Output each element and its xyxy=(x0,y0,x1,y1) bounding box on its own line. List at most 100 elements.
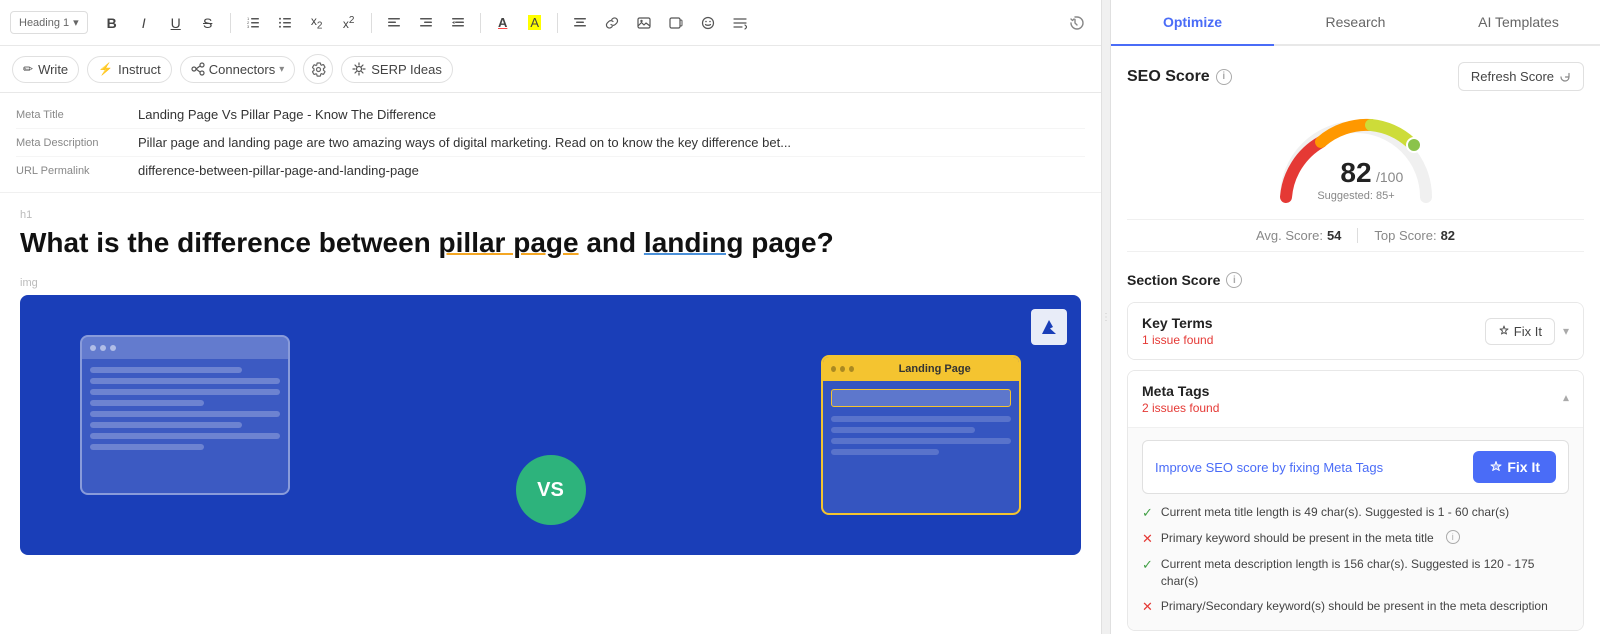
heading-select[interactable]: Heading 1 ▾ xyxy=(10,11,88,34)
meta-permalink-value[interactable]: difference-between-pillar-page-and-landi… xyxy=(138,163,1085,178)
text-color-button[interactable]: A xyxy=(489,9,517,37)
section-score-label: Section Score xyxy=(1127,272,1220,288)
check-item-0: ✓ Current meta title length is 49 char(s… xyxy=(1142,504,1569,522)
browser-bar-right: Landing Page xyxy=(823,357,1019,381)
fix-it-blue-icon xyxy=(1489,460,1503,474)
landing-page-text: Landing Page xyxy=(858,363,1011,375)
connectors-button[interactable]: Connectors ▾ xyxy=(180,56,296,83)
underline-button[interactable]: U xyxy=(162,9,190,37)
image-button[interactable] xyxy=(630,9,658,37)
instruct-icon: ⚡ xyxy=(98,62,113,76)
line-6 xyxy=(90,422,242,428)
connectors-icon xyxy=(191,62,205,76)
meta-permalink-row: URL Permalink difference-between-pillar-… xyxy=(16,157,1085,184)
dot-y2 xyxy=(840,366,845,372)
gauge-container: 82 /100 Suggested: 85+ xyxy=(1127,107,1584,207)
stat-divider xyxy=(1357,228,1358,243)
check-ok-0: ✓ xyxy=(1142,504,1153,522)
highlight-button[interactable]: A xyxy=(521,9,549,37)
bold-button[interactable]: B xyxy=(98,9,126,37)
fix-suggestion-text: Improve SEO score by fixing Meta Tags xyxy=(1155,460,1383,475)
tab-ai-templates[interactable]: AI Templates xyxy=(1437,0,1600,46)
heading-label: Heading 1 xyxy=(19,17,69,29)
serp-label: SERP Ideas xyxy=(371,62,442,77)
line-8 xyxy=(90,444,204,450)
italic-button[interactable]: I xyxy=(130,9,158,37)
check-info-1[interactable]: i xyxy=(1446,530,1460,544)
meta-tags-fix-it-button[interactable]: Fix It xyxy=(1473,451,1556,483)
meta-tags-header[interactable]: Meta Tags 2 issues found ▾ xyxy=(1128,371,1583,427)
h1-label: h1 xyxy=(20,209,1081,221)
media-button[interactable] xyxy=(662,9,690,37)
seo-content: SEO Score i Refresh Score xyxy=(1111,46,1600,634)
instruct-button[interactable]: ⚡ Instruct xyxy=(87,56,172,83)
title-highlight2: landing xyxy=(644,227,744,258)
indent-button[interactable] xyxy=(444,9,472,37)
align-left-button[interactable] xyxy=(380,9,408,37)
meta-title-label: Meta Title xyxy=(16,107,126,121)
dot-2 xyxy=(100,345,106,351)
seo-score-info-icon[interactable]: i xyxy=(1216,69,1232,85)
svg-text:/100: /100 xyxy=(1376,169,1403,185)
key-terms-fix-it-button[interactable]: Fix It xyxy=(1485,318,1555,345)
align-right-button[interactable] xyxy=(412,9,440,37)
line-3 xyxy=(90,389,280,395)
align-center-button[interactable] xyxy=(566,9,594,37)
tab-optimize[interactable]: Optimize xyxy=(1111,0,1274,46)
main-toolbar: Heading 1 ▾ B I U S 123 x2 x2 A A xyxy=(0,0,1101,46)
strikethrough-button[interactable]: S xyxy=(194,9,222,37)
subscript-button[interactable]: x2 xyxy=(303,9,331,37)
key-terms-left: Key Terms 1 issue found xyxy=(1142,315,1485,347)
key-terms-item: Key Terms 1 issue found Fix It ▾ xyxy=(1127,302,1584,360)
check-fail-1: ✕ xyxy=(1142,530,1153,548)
serp-ideas-button[interactable]: SERP Ideas xyxy=(341,56,453,83)
svg-text:82: 82 xyxy=(1340,157,1371,188)
section-score-info-icon[interactable]: i xyxy=(1226,272,1242,288)
check-item-3: ✕ Primary/Secondary keyword(s) should be… xyxy=(1142,598,1569,616)
check-ok-2: ✓ xyxy=(1142,556,1153,574)
seo-tabs: Optimize Research AI Templates xyxy=(1111,0,1600,46)
ordered-list-button[interactable]: 123 xyxy=(239,9,267,37)
editor-panel: Heading 1 ▾ B I U S 123 x2 x2 A A xyxy=(0,0,1102,634)
emoji-button[interactable] xyxy=(694,9,722,37)
avg-score-value: 54 xyxy=(1327,228,1341,243)
editor-content[interactable]: h1 What is the difference between pillar… xyxy=(0,193,1101,634)
unordered-list-button[interactable] xyxy=(271,9,299,37)
avg-score-label: Avg. Score: xyxy=(1256,228,1323,243)
seo-score-label: SEO Score xyxy=(1127,68,1210,86)
history-button[interactable] xyxy=(1063,9,1091,37)
title-middle: and xyxy=(579,227,644,258)
svg-text:Suggested: 85+: Suggested: 85+ xyxy=(1317,190,1394,202)
serp-icon xyxy=(352,62,366,76)
meta-title-value[interactable]: Landing Page Vs Pillar Page - Know The D… xyxy=(138,107,1085,122)
check-text-1: Primary keyword should be present in the… xyxy=(1161,530,1434,547)
check-item-2: ✓ Current meta description length is 156… xyxy=(1142,556,1569,590)
superscript-button[interactable]: x2 xyxy=(335,9,363,37)
meta-tags-chevron-up: ▾ xyxy=(1563,392,1569,406)
check-fail-3: ✕ xyxy=(1142,598,1153,616)
toolbar-divider-4 xyxy=(557,13,558,33)
meta-description-value[interactable]: Pillar page and landing page are two ama… xyxy=(138,135,1085,150)
refresh-score-button[interactable]: Refresh Score xyxy=(1458,62,1584,91)
key-terms-title: Key Terms xyxy=(1142,315,1485,331)
line-4 xyxy=(90,400,204,406)
top-score-label: Top Score: xyxy=(1374,228,1436,243)
seo-panel: Optimize Research AI Templates SEO Score… xyxy=(1110,0,1600,634)
write-button[interactable]: ✏ Write xyxy=(12,56,79,83)
more-button[interactable] xyxy=(726,9,754,37)
key-terms-header[interactable]: Key Terms 1 issue found Fix It ▾ xyxy=(1128,303,1583,359)
fix-suggestion: Improve SEO score by fixing Meta Tags Fi… xyxy=(1142,440,1569,494)
tab-research[interactable]: Research xyxy=(1274,0,1437,46)
link-button[interactable] xyxy=(598,9,626,37)
heading-dropdown-arrow: ▾ xyxy=(73,16,79,29)
meta-description-row: Meta Description Pillar page and landing… xyxy=(16,129,1085,157)
settings-button[interactable] xyxy=(303,54,333,84)
tab-research-label: Research xyxy=(1326,14,1386,30)
logo-icon xyxy=(1031,309,1067,345)
resize-handle[interactable]: ⋮ xyxy=(1102,0,1110,634)
browser-lines-left xyxy=(82,359,288,458)
check-text-2: Current meta description length is 156 c… xyxy=(1161,556,1569,590)
meta-description-label: Meta Description xyxy=(16,135,126,149)
gauge-svg: 82 /100 Suggested: 85+ xyxy=(1266,107,1446,207)
vs-text: VS xyxy=(537,479,564,502)
